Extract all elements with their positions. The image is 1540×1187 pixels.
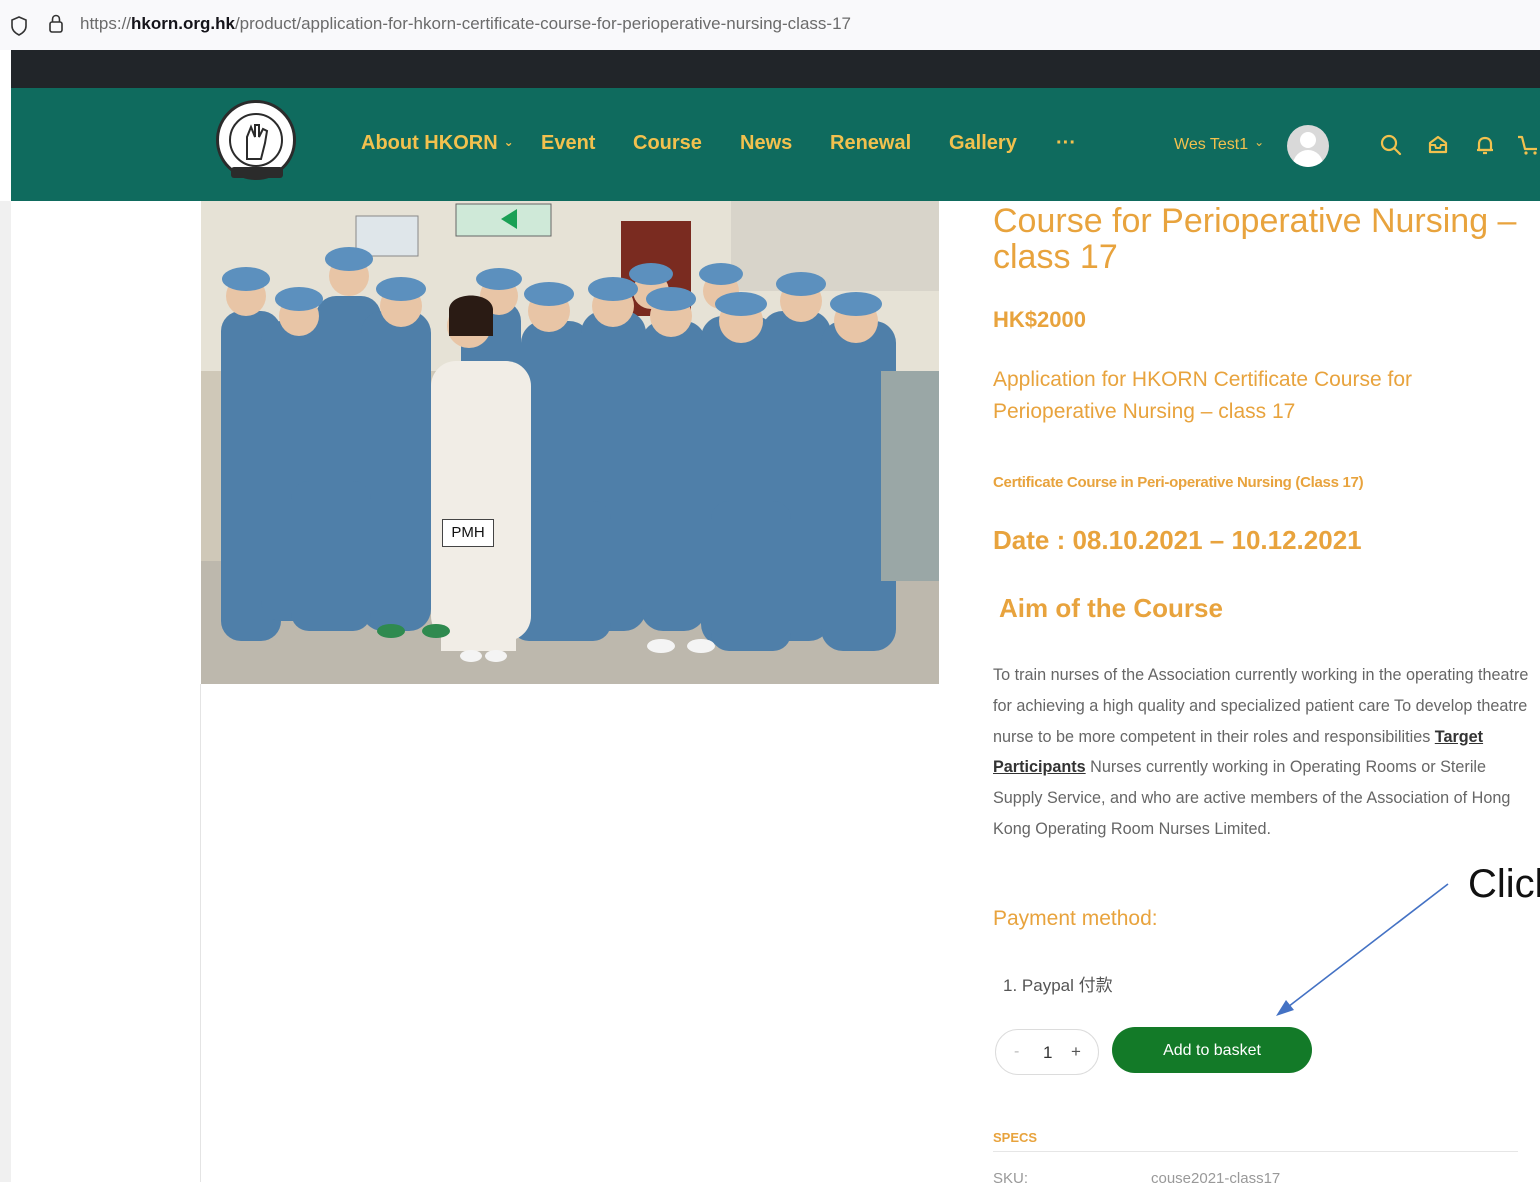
course-date: Date : 08.10.2021 – 10.12.2021 xyxy=(993,525,1362,555)
quantity-stepper[interactable]: - 1 + xyxy=(995,1029,1099,1075)
course-description: To train nurses of the Association curre… xyxy=(993,666,1529,838)
quantity-minus-button[interactable]: - xyxy=(1014,1043,1019,1061)
nav-event[interactable]: Event xyxy=(541,132,595,155)
group-photo-illustration xyxy=(201,201,939,684)
nav-renewal[interactable]: Renewal xyxy=(830,132,911,155)
sku-label: SKU: xyxy=(993,1170,1029,1187)
hkorn-logo[interactable] xyxy=(216,100,296,180)
hand-emblem-icon xyxy=(246,124,269,160)
shield-icon xyxy=(11,16,27,36)
click-annotation: Click xyxy=(1468,862,1540,906)
avatar[interactable] xyxy=(1287,125,1329,167)
pmh-label: PMH xyxy=(442,519,494,547)
bell-icon[interactable] xyxy=(1473,133,1497,157)
left-gutter xyxy=(0,201,11,1182)
sku-value: couse2021-class17 xyxy=(1151,1170,1281,1187)
user-menu[interactable]: Wes Test1 ⌄ xyxy=(1174,135,1264,154)
product-price: HK$2000 xyxy=(993,307,1086,332)
nav-about-hkorn[interactable]: About HKORN ⌄ xyxy=(361,132,514,155)
payment-method-label: Payment method: xyxy=(993,907,1158,930)
url-text[interactable]: https://hkorn.org.hk/product/application… xyxy=(80,14,851,34)
quantity-plus-button[interactable]: + xyxy=(1071,1042,1081,1062)
cart-icon[interactable] xyxy=(1517,133,1539,157)
specs-divider xyxy=(993,1151,1518,1152)
nav-gallery[interactable]: Gallery xyxy=(949,132,1017,155)
specs-heading: SPECS xyxy=(993,1130,1038,1145)
aim-heading: Aim of the Course xyxy=(999,593,1223,623)
chevron-down-icon: ⌄ xyxy=(503,135,514,149)
content-divider xyxy=(200,684,201,1182)
inbox-icon[interactable] xyxy=(1426,133,1450,157)
chevron-down-icon: ⌄ xyxy=(1254,135,1265,149)
nav-more[interactable]: ··· xyxy=(1056,132,1076,155)
payment-item-paypal: 1. Paypal 付款 xyxy=(1003,976,1113,995)
product-short-description: Application for HKORN Certificate Course… xyxy=(993,368,1412,423)
nav-course[interactable]: Course xyxy=(633,132,702,155)
product-title: Course for Perioperative Nursing – class… xyxy=(993,202,1517,276)
nav-news[interactable]: News xyxy=(740,132,792,155)
search-icon[interactable] xyxy=(1379,133,1403,157)
browser-url-bar[interactable]: https://hkorn.org.hk/product/application… xyxy=(0,0,1540,50)
top-dark-bar xyxy=(11,50,1540,88)
add-to-basket-button[interactable]: Add to basket xyxy=(1112,1027,1312,1073)
product-photo xyxy=(201,201,939,684)
quantity-value[interactable]: 1 xyxy=(1043,1043,1052,1063)
certificate-heading: Certificate Course in Peri-operative Nur… xyxy=(993,474,1364,491)
lock-icon xyxy=(49,14,63,33)
site-header: About HKORN ⌄ Event Course News Renewal G… xyxy=(11,88,1540,201)
